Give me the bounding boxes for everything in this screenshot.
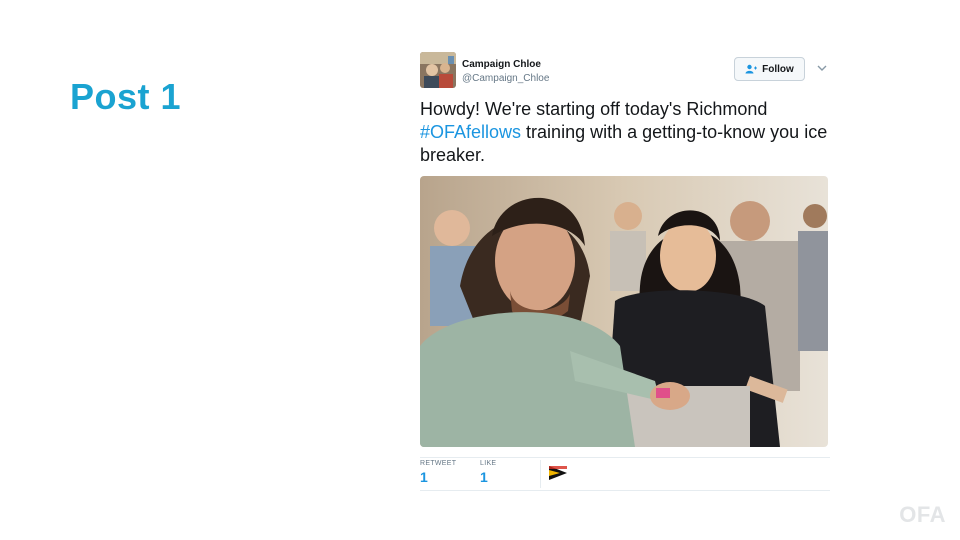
retweet-label: RETWEET	[420, 460, 457, 467]
retweet-stat[interactable]: RETWEET 1	[420, 460, 456, 485]
tweet-card: Campaign Chloe @Campaign_Chloe Follow Ho…	[420, 50, 830, 491]
ofa-logo: OFA	[899, 502, 946, 527]
like-count: 1	[480, 469, 488, 485]
tweet-text: Howdy! We're starting off today's Richmo…	[420, 98, 830, 167]
author-avatar[interactable]	[420, 52, 456, 88]
hashtag-link[interactable]: #OFAfellows	[420, 122, 521, 142]
author-handle[interactable]: @Campaign_Chloe	[462, 73, 549, 84]
stats-divider-vertical	[540, 460, 541, 488]
slide-title: Post 1	[70, 76, 182, 117]
like-stat[interactable]: LIKE 1	[480, 460, 496, 485]
like-label: LIKE	[480, 460, 497, 467]
chevron-down-icon[interactable]	[817, 64, 827, 72]
stats-divider-top	[420, 457, 830, 458]
retweet-count: 1	[420, 469, 428, 485]
stats-divider-bottom	[420, 490, 830, 491]
liker-avatar[interactable]	[548, 464, 568, 482]
add-user-icon	[745, 64, 758, 74]
follow-label: Follow	[762, 63, 794, 75]
follow-button[interactable]: Follow	[734, 57, 805, 81]
tweet-photo[interactable]	[420, 176, 828, 447]
tweet-text-start: Howdy! We're starting off today's Richmo…	[420, 99, 768, 119]
author-name[interactable]: Campaign Chloe	[462, 59, 541, 70]
